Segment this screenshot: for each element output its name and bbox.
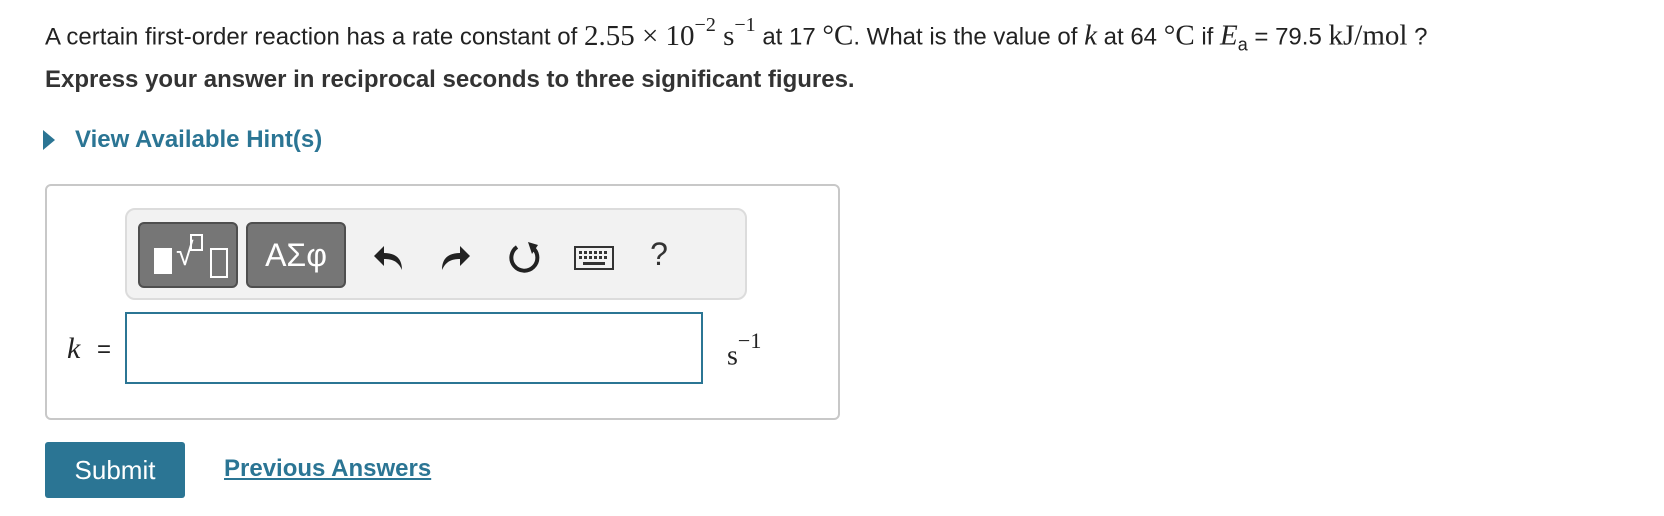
answer-panel: √ ΑΣφ ? k = s−1 bbox=[45, 184, 840, 420]
answer-variable: k bbox=[67, 332, 81, 365]
problem-text: A certain first-order reaction has a rat… bbox=[45, 23, 584, 51]
answer-input[interactable] bbox=[125, 312, 703, 384]
equals-sign: = bbox=[97, 336, 112, 363]
problem-statement: A certain first-order reaction has a rat… bbox=[45, 14, 1428, 55]
answer-unit: s−1 bbox=[727, 328, 762, 372]
templates-button[interactable]: √ bbox=[138, 222, 238, 288]
reset-icon[interactable] bbox=[505, 238, 545, 278]
greek-letters-button[interactable]: ΑΣφ bbox=[246, 222, 346, 288]
redo-icon[interactable] bbox=[435, 238, 475, 278]
expand-triangle-icon bbox=[43, 130, 55, 150]
submit-button[interactable]: Submit bbox=[45, 442, 185, 498]
help-icon[interactable]: ? bbox=[639, 234, 679, 274]
previous-answers-link[interactable]: Previous Answers bbox=[224, 455, 431, 483]
rate-constant-value: 2.55 × 10−2 s−1 bbox=[583, 14, 756, 52]
keyboard-icon[interactable] bbox=[569, 238, 619, 278]
hint-label: View Available Hint(s) bbox=[75, 126, 323, 153]
activation-energy-unit: kJ/mol bbox=[1328, 19, 1408, 52]
math-toolbar: √ ΑΣφ ? bbox=[125, 208, 747, 300]
answer-instruction: Express your answer in reciprocal second… bbox=[45, 66, 855, 93]
view-hints-link[interactable]: View Available Hint(s) bbox=[43, 126, 322, 154]
undo-icon[interactable] bbox=[369, 238, 409, 278]
